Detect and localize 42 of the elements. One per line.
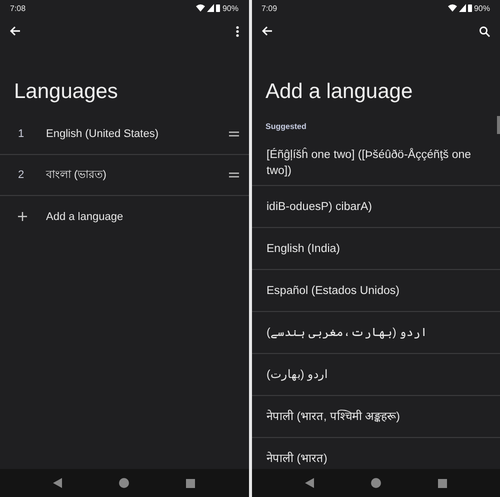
language-option[interactable]: اردو (بھارت): [252, 354, 500, 396]
language-option[interactable]: اردو (بھارت،مغربی ہندسے): [252, 312, 500, 354]
recents-nav-icon[interactable]: [186, 478, 196, 488]
signal-icon: [207, 4, 214, 12]
add-language-item[interactable]: Add a language: [0, 196, 248, 237]
back-nav-icon[interactable]: [53, 478, 62, 488]
home-nav-icon[interactable]: [370, 478, 381, 488]
drag-handle-icon[interactable]: [228, 131, 238, 137]
language-name: বাংলা (ভারত): [46, 168, 108, 182]
back-arrow-icon: [10, 26, 21, 36]
plus-icon: [18, 212, 27, 221]
page-title: Add a language: [266, 80, 414, 104]
back-nav-icon[interactable]: [304, 478, 314, 488]
battery-icon: [216, 4, 220, 12]
language-row[interactable]: 2 বাংলা (ভারত): [0, 155, 248, 196]
language-number: 2: [18, 169, 26, 181]
search-icon: [479, 26, 490, 36]
recents-nav-icon[interactable]: [438, 478, 447, 488]
language-option[interactable]: idiB-oduesP) cibarA): [252, 186, 500, 228]
section-header: Suggested: [266, 122, 308, 131]
home-nav-icon[interactable]: [119, 478, 130, 488]
language-option[interactable]: English (India): [252, 228, 500, 270]
status-time: 7:09: [262, 4, 278, 12]
language-number: 1: [18, 128, 26, 140]
language-option[interactable]: [Éñĝļíšĥ one two] ([Þšéûðö-Åççéñţš one two]): [252, 141, 500, 186]
signal-icon: [458, 4, 466, 12]
battery-percent: 90%: [474, 4, 490, 12]
back-arrow-icon: [262, 26, 272, 36]
add-language-label: Add a language: [46, 210, 124, 222]
drag-handle-icon[interactable]: [228, 172, 238, 178]
wifi-icon: [196, 4, 206, 12]
wifi-icon: [448, 4, 457, 12]
battery-percent: 90%: [222, 4, 238, 12]
language-option[interactable]: नेपाली (भारत): [252, 438, 500, 469]
language-option[interactable]: Español (Estados Unidos): [252, 270, 500, 312]
language-name: English (United States): [46, 128, 160, 140]
battery-icon: [468, 4, 472, 12]
page-title: Languages: [14, 80, 119, 104]
more-dots-icon: [236, 26, 238, 36]
language-option[interactable]: नेपाली (भारत, पश्चिमी अङ्कहरू): [252, 396, 500, 438]
language-row[interactable]: 1 English (United States): [0, 114, 248, 155]
status-time: 7:08: [10, 4, 26, 12]
